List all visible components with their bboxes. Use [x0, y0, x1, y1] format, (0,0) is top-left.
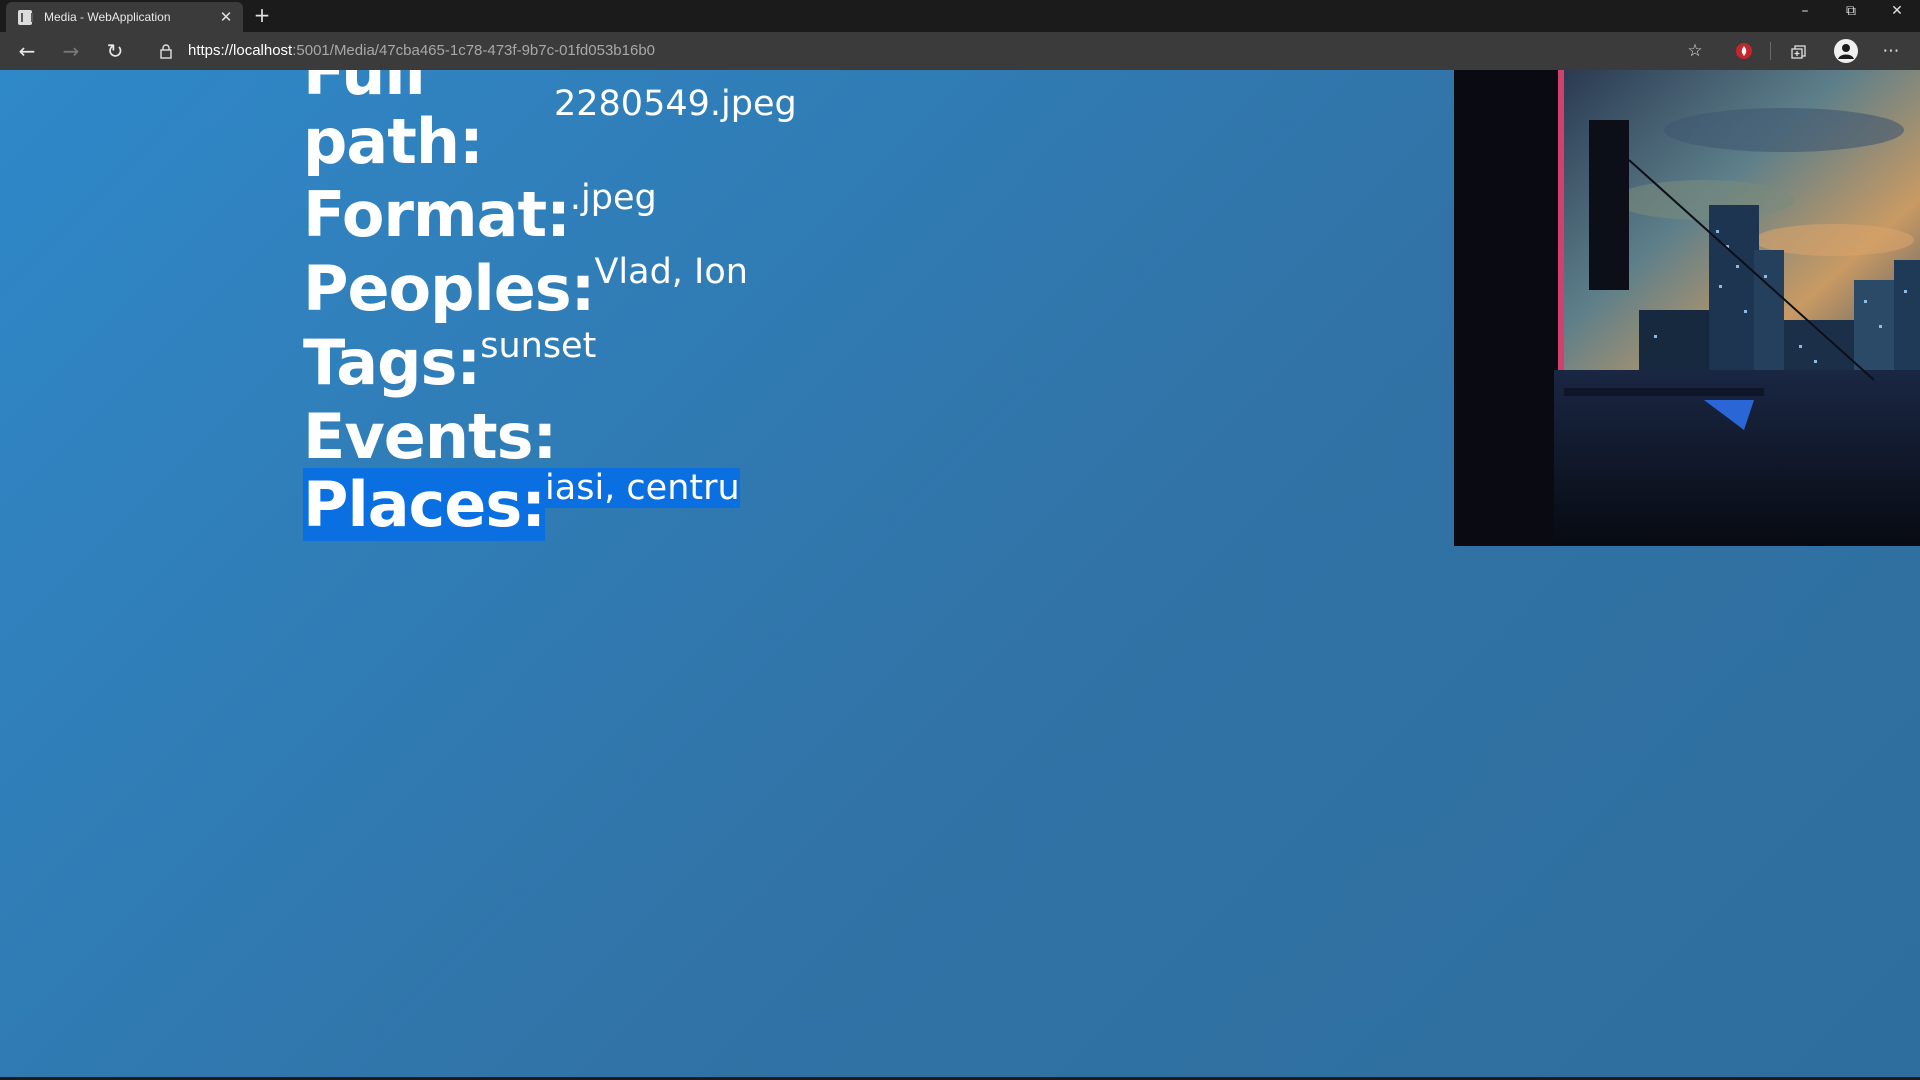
full-path-row: path:: [303, 105, 484, 178]
full-path-value: 2280549.jpeg: [554, 84, 797, 124]
tags-row: Tags:sunset: [303, 326, 596, 399]
places-label: Places:: [303, 468, 546, 541]
format-value: .jpeg: [569, 178, 657, 218]
favorite-star-icon[interactable]: ☆: [1682, 39, 1708, 63]
minimize-button[interactable]: –: [1782, 0, 1828, 24]
tab-title: Media - WebApplication: [44, 10, 171, 24]
address-bar[interactable]: https://localhost:5001/Media/47cba465-1c…: [188, 42, 655, 59]
back-button[interactable]: ←: [12, 37, 42, 65]
lock-icon: [160, 44, 172, 59]
refresh-button[interactable]: ↻: [100, 37, 130, 65]
format-label: Format:: [303, 178, 571, 251]
full-path-label: Full: [303, 70, 426, 109]
extension-icon[interactable]: [1735, 42, 1753, 60]
new-tab-button[interactable]: +: [250, 4, 274, 28]
page-content: Full path: 2280549.jpeg Format:.jpeg Peo…: [0, 70, 1920, 1080]
page-icon: [18, 10, 33, 25]
city-sunset-image: [1454, 70, 1920, 546]
full-path-value-row: 2280549.jpeg: [554, 84, 797, 124]
tags-label: Tags:: [303, 326, 481, 399]
restore-button[interactable]: ⧉: [1828, 0, 1874, 24]
places-row: Places:iasi, centru: [303, 468, 740, 541]
more-options-icon[interactable]: ⋯: [1878, 39, 1904, 63]
profile-avatar-icon[interactable]: [1833, 38, 1859, 64]
peoples-row: Peoples:Vlad, Ion: [303, 252, 748, 325]
collections-icon[interactable]: [1790, 42, 1808, 60]
url-host: https://localhost: [188, 42, 293, 59]
browser-toolbar: ← → ↻ https://localhost:5001/Media/47cba…: [0, 32, 1920, 70]
close-icon[interactable]: ✕: [217, 8, 235, 26]
peoples-value: Vlad, Ion: [594, 252, 748, 292]
url-path: :5001/Media/47cba465-1c78-473f-9b7c-01fd…: [292, 42, 656, 59]
browser-tab[interactable]: Media - WebApplication ✕: [6, 2, 243, 32]
tab-bar: Media - WebApplication ✕ + – ⧉ ✕: [0, 0, 1920, 32]
close-window-button[interactable]: ✕: [1874, 0, 1920, 24]
full-path-row-top: Full: [303, 70, 426, 109]
tags-value: sunset: [480, 326, 597, 366]
peoples-label: Peoples:: [303, 252, 595, 325]
toolbar-divider: [1770, 42, 1771, 60]
places-value: iasi, centru: [545, 468, 740, 508]
events-label: Events:: [303, 400, 557, 473]
events-row: Events:: [303, 400, 557, 473]
media-image: [1454, 70, 1920, 546]
format-row: Format:.jpeg: [303, 178, 657, 251]
forward-button[interactable]: →: [56, 37, 86, 65]
full-path-label-cont: path:: [303, 105, 484, 178]
